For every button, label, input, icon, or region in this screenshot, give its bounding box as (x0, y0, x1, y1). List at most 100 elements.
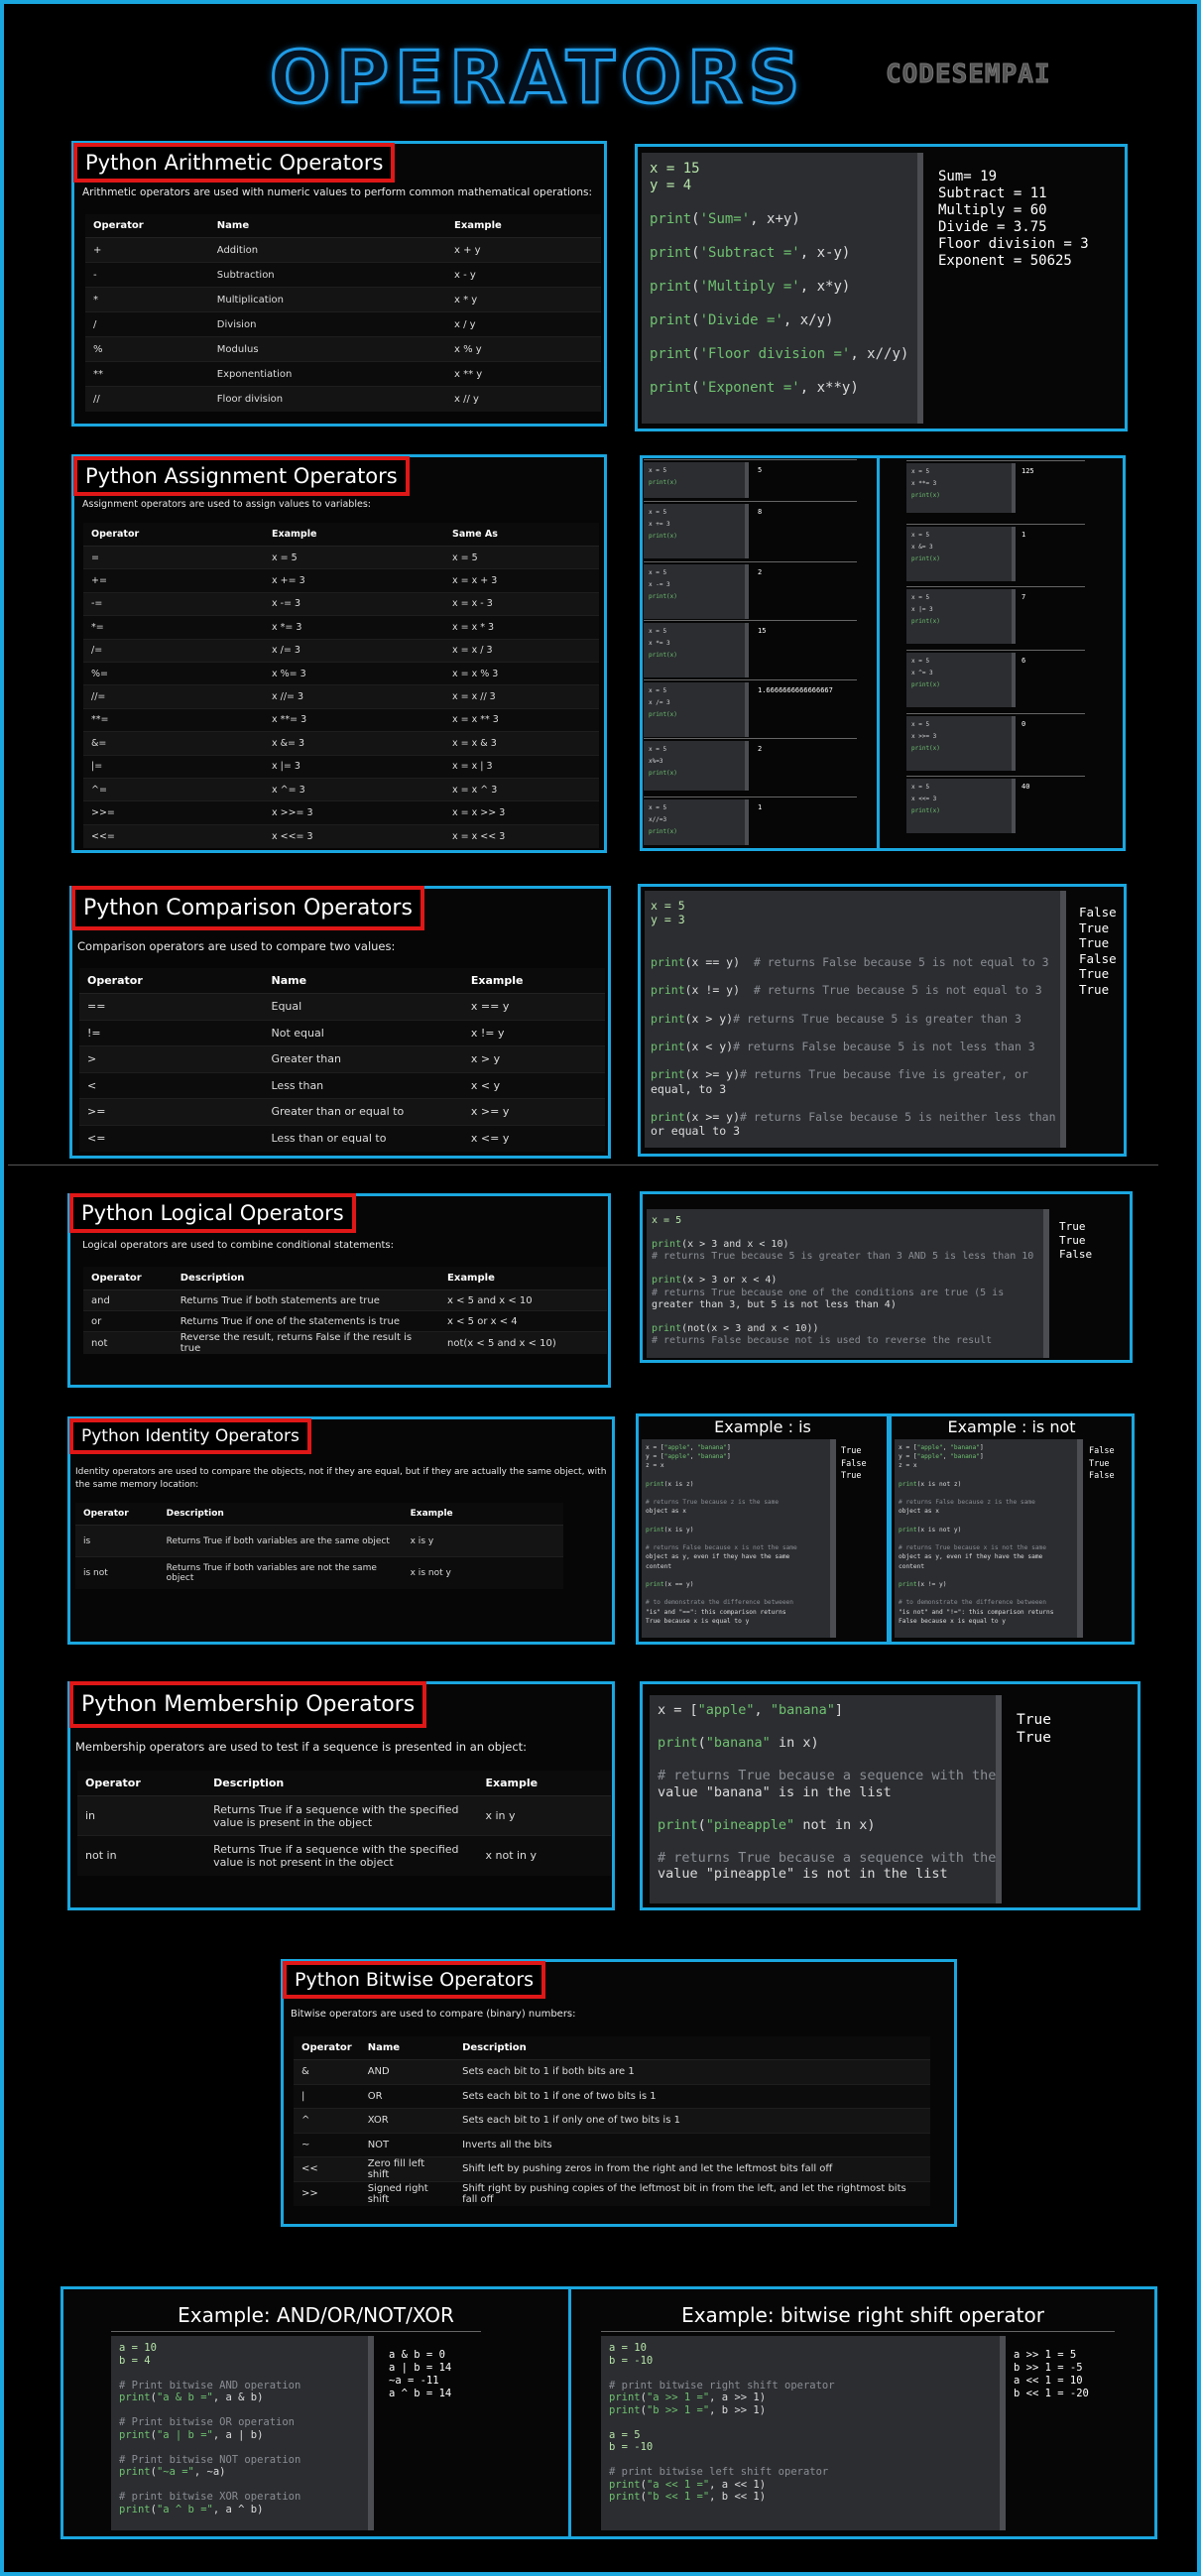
table-header: Operator (75, 1503, 159, 1526)
table-cell: < (79, 1071, 264, 1099)
table-cell: **= (83, 707, 264, 732)
code-line: x &= 3 (911, 544, 933, 551)
assignment-example-rule (644, 738, 857, 739)
table-cell: Not equal (263, 1019, 463, 1046)
logical-title: Python Logical Operators (69, 1193, 356, 1233)
code-line: print(x) (911, 681, 940, 688)
table-cell: Multiplication (208, 287, 446, 312)
code-line: x = 5 (911, 468, 930, 475)
code-line: print(x) (649, 828, 677, 835)
membership-output: True True (1017, 1711, 1051, 1747)
code-line: x = 5 (649, 746, 667, 753)
output-line: b << 1 = -20 (1014, 2388, 1089, 2399)
table-cell: Sets each bit to 1 if only one of two bi… (454, 2108, 930, 2133)
code-line: print(x > y)# returns True because 5 is … (651, 1011, 1021, 1026)
table-cell: x / y (445, 311, 601, 337)
table-row: //Floor division x // y (85, 386, 601, 412)
code-line: # Print bitwise AND operation (119, 2379, 301, 2392)
table-cell: == (79, 993, 264, 1020)
code-line: print(x) (649, 593, 677, 600)
code-line: # returns True because z is the same (646, 1499, 780, 1507)
table-cell: x + y (445, 237, 601, 263)
table-cell: Division (208, 311, 446, 337)
table-header: Description (158, 1503, 403, 1526)
code-line: # returns False because z is the same (899, 1499, 1035, 1507)
table-row: * Multiplication x * y (85, 287, 601, 312)
output-line: True (1079, 981, 1110, 997)
code-line: x = ["apple", "banana"] (899, 1444, 984, 1451)
table-cell: > (79, 1045, 264, 1072)
code-line: print(x != y) # returns True because 5 i… (651, 983, 1042, 998)
assignment-divider (877, 455, 880, 851)
bitwise-example-shift-output: a >> 1 = 5b >> 1 = -5 a << 1 = 10 b << 1 =… (1014, 2349, 1089, 2400)
assignment-example-rule (906, 524, 1085, 525)
code-line: x = 5 (652, 1215, 682, 1226)
table-row: < Less than x < y (79, 1071, 605, 1099)
code-line: x = 5 (911, 594, 930, 601)
code-line: # returns False because x is not the sam… (646, 1544, 797, 1552)
code-line: # returns True because a sequence with t… (658, 1768, 997, 1783)
table-row: - Subtraction x - y (85, 262, 601, 288)
code-line: print("a >> 1 =", a >> 1) (609, 2392, 767, 2403)
table-cell: x - y (445, 262, 601, 288)
table-cell: x not in y (477, 1835, 611, 1876)
code-line: x = 5 (649, 804, 667, 811)
code-line: z = x (646, 1462, 664, 1470)
table-header: Name (359, 2036, 455, 2060)
code-line: print(x > 3 and x < 10) (652, 1239, 789, 1251)
identity-is-title: Example : is (714, 1417, 811, 1436)
assignment-example-output: 2 (758, 745, 763, 753)
code-line: y = ["apple", "banana"] (646, 1453, 731, 1461)
table-row: -= x -= 3x = x - 3 (83, 591, 599, 616)
arithmetic-output: Sum= 19 Subtract = 11 Multiply = 60 Divide … (938, 169, 1089, 270)
comparison-output: False True True False True True (1079, 905, 1117, 997)
table-header: Name (263, 968, 463, 994)
code-line: object as x (899, 1508, 939, 1516)
table-cell: Zero fill left shift (359, 2156, 455, 2181)
table-cell: not (83, 1331, 173, 1354)
table-row: |= x |= 3x = x | 3 (83, 754, 599, 779)
code-line: content (899, 1562, 925, 1570)
table-row: is Returns True if both variables are the… (75, 1525, 563, 1557)
arithmetic-code: x = 15 y = 4 print('Sum=', x+y) print('Su… (642, 153, 923, 424)
table-cell: x >>= 3 (264, 800, 444, 825)
table-cell: and (83, 1289, 173, 1311)
table-cell: is (75, 1525, 159, 1557)
code-line: b = -10 (609, 2354, 654, 2367)
table-cell: x ** y (445, 361, 601, 387)
table-row: //= x //= 3x = x // 3 (83, 684, 599, 709)
code-line: x <<= 3 (911, 796, 937, 802)
output-line: a | b = 14 (389, 2362, 452, 2374)
code-line: "is not" and "!=": this comparison retur… (899, 1608, 1054, 1616)
identity-isnot-title: Example : is not (947, 1417, 1076, 1436)
code-line: # Print bitwise OR operation (119, 2416, 296, 2428)
table-cell: Less than (263, 1071, 463, 1099)
table-cell: x < 5 and x < 10 (439, 1289, 607, 1311)
table-cell: ** (85, 361, 209, 387)
arithmetic-title: Python Arithmetic Operators (73, 143, 396, 183)
output-line: False (1059, 1248, 1093, 1261)
code-line: print("a & b =", a & b) (119, 2392, 264, 2403)
table-row: + Addition x + y (85, 237, 601, 263)
table-row: >> Signed right shift Shift right by pushi… (294, 2180, 930, 2206)
table-cell: | (294, 2083, 360, 2109)
table-header: Example (462, 968, 605, 994)
bitwise-desc: Bitwise operators are used to compare (b… (291, 2009, 576, 2020)
bitwise-example-shift-code: a = 10 b = -10 # print bitwise right shif… (601, 2336, 1006, 2530)
code-line: value "pineapple" is not in the list (658, 1866, 948, 1882)
assignment-example-output: 1 (758, 803, 763, 811)
table-cell: x //= 3 (264, 684, 444, 709)
output-line: True (1059, 1234, 1086, 1247)
code-line: print('Divide =', x/y) (650, 312, 834, 328)
table-cell: or (83, 1310, 173, 1332)
code-line: print("b << 1 =", b << 1) (609, 2491, 767, 2503)
